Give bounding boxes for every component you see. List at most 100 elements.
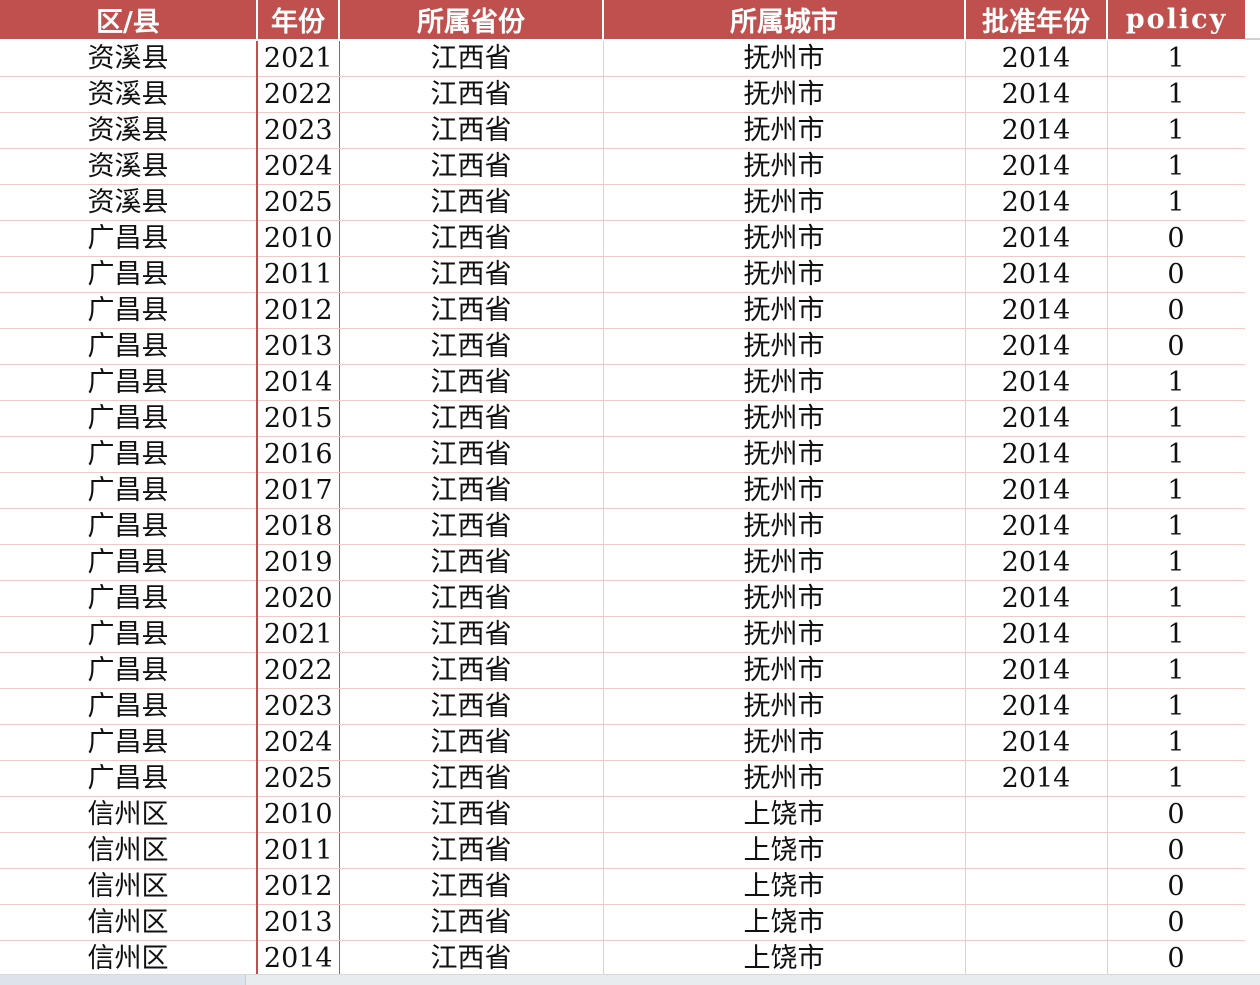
cell-province[interactable]: 江西省: [339, 184, 604, 221]
cell-province[interactable]: 江西省: [339, 832, 604, 869]
cell-district[interactable]: 资溪县: [0, 184, 258, 221]
cell-district[interactable]: 信州区: [0, 904, 258, 941]
cell-approval-year[interactable]: [965, 796, 1108, 833]
cell-city[interactable]: 上饶市: [603, 868, 966, 905]
cell-policy[interactable]: 1: [1107, 760, 1246, 797]
cell-approval-year[interactable]: 2014: [965, 400, 1108, 437]
cell-policy[interactable]: 1: [1107, 616, 1246, 653]
cell-city[interactable]: 抚州市: [603, 148, 966, 185]
cell-approval-year[interactable]: 2014: [965, 688, 1108, 725]
cell-year[interactable]: 2023: [257, 112, 340, 149]
cell-year[interactable]: 2019: [257, 544, 340, 581]
cell-approval-year[interactable]: 2014: [965, 76, 1108, 113]
cell-province[interactable]: 江西省: [339, 112, 604, 149]
cell-city[interactable]: 抚州市: [603, 40, 966, 77]
cell-approval-year[interactable]: 2014: [965, 544, 1108, 581]
cell-city[interactable]: 抚州市: [603, 184, 966, 221]
cell-district[interactable]: 广昌县: [0, 508, 258, 545]
cell-city[interactable]: 抚州市: [603, 220, 966, 257]
cell-city[interactable]: 抚州市: [603, 436, 966, 473]
cell-province[interactable]: 江西省: [339, 760, 604, 797]
cell-district[interactable]: 广昌县: [0, 400, 258, 437]
cell-province[interactable]: 江西省: [339, 472, 604, 509]
cell-city[interactable]: 抚州市: [603, 472, 966, 509]
cell-year[interactable]: 2010: [257, 796, 340, 833]
cell-year[interactable]: 2013: [257, 904, 340, 941]
cell-policy[interactable]: 0: [1107, 940, 1246, 977]
cell-city[interactable]: 上饶市: [603, 796, 966, 833]
cell-district[interactable]: 资溪县: [0, 148, 258, 185]
cell-city[interactable]: 抚州市: [603, 616, 966, 653]
cell-province[interactable]: 江西省: [339, 328, 604, 365]
cell-year[interactable]: 2022: [257, 652, 340, 689]
cell-policy[interactable]: 0: [1107, 868, 1246, 905]
cell-approval-year[interactable]: 2014: [965, 508, 1108, 545]
cell-year[interactable]: 2012: [257, 292, 340, 329]
cell-district[interactable]: 信州区: [0, 868, 258, 905]
cell-year[interactable]: 2016: [257, 436, 340, 473]
cell-district[interactable]: 广昌县: [0, 472, 258, 509]
cell-district[interactable]: 信州区: [0, 940, 258, 977]
cell-policy[interactable]: 1: [1107, 724, 1246, 761]
cell-approval-year[interactable]: [965, 868, 1108, 905]
cell-year[interactable]: 2015: [257, 400, 340, 437]
cell-policy[interactable]: 1: [1107, 112, 1246, 149]
column-header-year[interactable]: 年份: [257, 0, 340, 41]
cell-approval-year[interactable]: 2014: [965, 256, 1108, 293]
cell-province[interactable]: 江西省: [339, 616, 604, 653]
cell-approval-year[interactable]: 2014: [965, 148, 1108, 185]
cell-district[interactable]: 广昌县: [0, 436, 258, 473]
cell-province[interactable]: 江西省: [339, 580, 604, 617]
cell-policy[interactable]: 0: [1107, 328, 1246, 365]
cell-year[interactable]: 2011: [257, 256, 340, 293]
cell-province[interactable]: 江西省: [339, 400, 604, 437]
cell-district[interactable]: 广昌县: [0, 760, 258, 797]
cell-policy[interactable]: 1: [1107, 652, 1246, 689]
cell-city[interactable]: 抚州市: [603, 328, 966, 365]
cell-city[interactable]: 抚州市: [603, 760, 966, 797]
cell-year[interactable]: 2022: [257, 76, 340, 113]
cell-year[interactable]: 2025: [257, 184, 340, 221]
cell-district[interactable]: 信州区: [0, 832, 258, 869]
cell-approval-year[interactable]: [965, 832, 1108, 869]
cell-province[interactable]: 江西省: [339, 688, 604, 725]
cell-policy[interactable]: 1: [1107, 580, 1246, 617]
cell-approval-year[interactable]: 2014: [965, 184, 1108, 221]
cell-year[interactable]: 2018: [257, 508, 340, 545]
cell-year[interactable]: 2012: [257, 868, 340, 905]
cell-policy[interactable]: 1: [1107, 472, 1246, 509]
cell-year[interactable]: 2021: [257, 40, 340, 77]
cell-year[interactable]: 2024: [257, 724, 340, 761]
cell-approval-year[interactable]: [965, 940, 1108, 977]
cell-approval-year[interactable]: 2014: [965, 472, 1108, 509]
cell-district[interactable]: 广昌县: [0, 724, 258, 761]
cell-policy[interactable]: 1: [1107, 400, 1246, 437]
cell-approval-year[interactable]: 2014: [965, 112, 1108, 149]
cell-policy[interactable]: 1: [1107, 148, 1246, 185]
cell-province[interactable]: 江西省: [339, 148, 604, 185]
cell-district[interactable]: 广昌县: [0, 292, 258, 329]
column-header-policy[interactable]: policy: [1107, 0, 1245, 41]
cell-policy[interactable]: 0: [1107, 256, 1246, 293]
cell-year[interactable]: 2011: [257, 832, 340, 869]
cell-approval-year[interactable]: 2014: [965, 580, 1108, 617]
cell-year[interactable]: 2020: [257, 580, 340, 617]
cell-city[interactable]: 抚州市: [603, 364, 966, 401]
cell-city[interactable]: 上饶市: [603, 940, 966, 977]
cell-year[interactable]: 2024: [257, 148, 340, 185]
cell-province[interactable]: 江西省: [339, 40, 604, 77]
cell-policy[interactable]: 0: [1107, 220, 1246, 257]
cell-city[interactable]: 抚州市: [603, 724, 966, 761]
cell-city[interactable]: 抚州市: [603, 256, 966, 293]
cell-district[interactable]: 信州区: [0, 796, 258, 833]
cell-city[interactable]: 抚州市: [603, 508, 966, 545]
cell-policy[interactable]: 1: [1107, 688, 1246, 725]
cell-district[interactable]: 广昌县: [0, 544, 258, 581]
column-header-province[interactable]: 所属省份: [339, 0, 604, 41]
cell-city[interactable]: 上饶市: [603, 904, 966, 941]
cell-district[interactable]: 资溪县: [0, 76, 258, 113]
cell-approval-year[interactable]: 2014: [965, 364, 1108, 401]
cell-province[interactable]: 江西省: [339, 76, 604, 113]
cell-year[interactable]: 2010: [257, 220, 340, 257]
cell-policy[interactable]: 0: [1107, 292, 1246, 329]
